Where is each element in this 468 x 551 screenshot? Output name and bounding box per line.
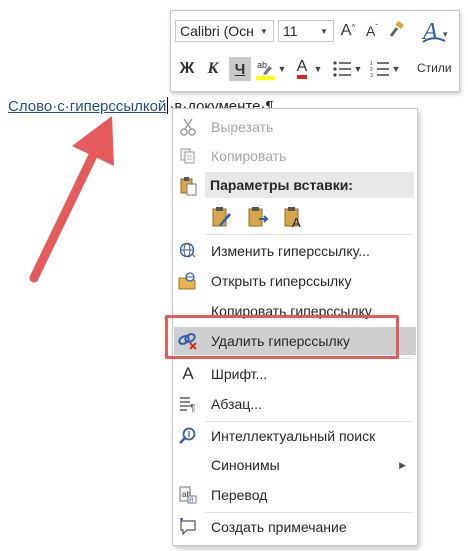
svg-text:A: A	[292, 215, 301, 229]
menu-item-paragraph[interactable]: ¶ Абзац...	[174, 390, 416, 418]
font-name-value: Calibri (Осн	[180, 23, 254, 39]
paste-text-only-button[interactable]: A	[281, 203, 307, 231]
menu-separator	[205, 234, 413, 235]
underline-button[interactable]: Ч	[229, 57, 251, 81]
submenu-arrow-icon: ▶	[399, 459, 406, 470]
menu-item-font[interactable]: A Шрифт...	[174, 360, 416, 388]
shrink-font-button[interactable]: Aˇ	[361, 19, 383, 43]
font-a-icon: A	[182, 364, 194, 383]
hyperlink-text[interactable]: Слово·с·гиперссылкой	[8, 98, 166, 115]
paste-keep-formatting-button[interactable]	[209, 203, 235, 231]
search-icon	[178, 426, 198, 446]
styles-label: Стили	[417, 61, 452, 75]
bold-button[interactable]: Ж	[177, 57, 197, 81]
numbering-dropdown-arrow[interactable]: ▼	[392, 57, 401, 81]
synonyms-label: Синонимы	[211, 457, 280, 473]
paste-options-label: Параметры вставки:	[210, 177, 353, 193]
bullets-dropdown-arrow[interactable]: ▼	[354, 57, 363, 81]
chevron-down-icon[interactable]: ▼	[257, 21, 271, 41]
copy-hyperlink-label: Копировать гиперссылку	[211, 303, 372, 319]
styles-button[interactable]: A ▾	[419, 16, 453, 46]
font-color-dropdown-arrow[interactable]: ▼	[314, 57, 323, 81]
menu-item-smart-lookup[interactable]: Интеллектуальный поиск	[174, 422, 416, 450]
paragraph-icon: ¶	[178, 394, 198, 414]
copy-label: Копировать	[211, 148, 287, 164]
svg-text:Я: Я	[189, 498, 193, 504]
context-menu: Вырезать Копировать Параметры вставки: A…	[172, 108, 418, 546]
remove-link-icon	[178, 331, 198, 351]
mini-toolbar: Calibri (Осн ▼ 11 ▼ A ^ Aˇ A ▾ Ж К Ч ab ▼…	[170, 10, 460, 92]
highlighter-icon: ab	[256, 60, 275, 80]
edit-hyperlink-label: Изменить гиперссылку...	[211, 243, 370, 259]
chevron-down-icon[interactable]: ▼	[317, 21, 331, 41]
open-folder-globe-icon	[178, 271, 198, 291]
grow-font-icon: A	[340, 22, 352, 39]
font-size-value: 11	[283, 23, 298, 39]
font-color-icon: A	[296, 59, 308, 79]
bullet-list-icon	[333, 61, 351, 77]
clipboard-icon	[178, 176, 198, 196]
menu-item-edit-hyperlink[interactable]: Изменить гиперссылку...	[174, 237, 416, 265]
comment-icon	[178, 517, 198, 537]
svg-text:▾: ▾	[443, 29, 448, 39]
font-name-box[interactable]: Calibri (Осн ▼	[175, 20, 274, 42]
menu-item-synonyms[interactable]: Синонимы ▶	[174, 451, 416, 479]
svg-text:ab: ab	[257, 60, 267, 70]
new-comment-label: Создать примечание	[211, 519, 347, 535]
menu-item-cut[interactable]: Вырезать	[174, 113, 416, 141]
format-painter-button[interactable]	[385, 18, 407, 42]
paste-merge-formatting-icon	[248, 207, 269, 227]
translate-icon: ab Я	[178, 485, 198, 505]
styles-icon: A ▾	[421, 19, 448, 45]
menu-item-copy-hyperlink[interactable]: Копировать гиперссылку	[174, 297, 416, 325]
remove-hyperlink-label: Удалить гиперссылку	[211, 333, 350, 349]
svg-text:3: 3	[370, 73, 373, 78]
format-painter-icon	[389, 21, 404, 37]
smart-lookup-label: Интеллектуальный поиск	[211, 428, 376, 444]
menu-item-new-comment[interactable]: Создать примечание	[174, 513, 416, 541]
scissors-icon	[178, 117, 198, 137]
menu-item-copy[interactable]: Копировать	[174, 142, 416, 170]
svg-text:¶: ¶	[190, 403, 195, 413]
paste-text-only-icon: A	[284, 207, 301, 229]
cut-label: Вырезать	[211, 119, 274, 135]
open-hyperlink-label: Открыть гиперссылку	[211, 273, 352, 289]
menu-item-remove-hyperlink[interactable]: Удалить гиперссылку	[174, 327, 416, 355]
paste-merge-formatting-button[interactable]	[245, 203, 271, 231]
paste-keep-formatting-icon	[212, 207, 231, 227]
highlight-button[interactable]: ab	[255, 57, 277, 81]
font-color-button[interactable]: A	[291, 57, 313, 81]
shrink-font-icon: A	[365, 23, 376, 39]
font-size-box[interactable]: 11 ▼	[278, 20, 334, 42]
menu-item-open-hyperlink[interactable]: Открыть гиперссылку	[174, 267, 416, 295]
italic-button[interactable]: К	[203, 57, 223, 81]
menu-item-translate[interactable]: ab Я Перевод	[174, 481, 416, 509]
paste-options-header: Параметры вставки:	[205, 172, 414, 198]
numbering-button[interactable]: 1 2 3	[369, 57, 391, 81]
bullets-button[interactable]	[331, 57, 353, 81]
paragraph-label: Абзац...	[211, 396, 262, 412]
highlight-dropdown-arrow[interactable]: ▼	[278, 57, 287, 81]
numbered-list-icon: 1 2 3	[370, 61, 389, 78]
globe-link-icon	[178, 241, 198, 261]
copy-icon	[178, 146, 198, 166]
menu-separator	[205, 358, 413, 359]
font-label: Шрифт...	[211, 366, 268, 382]
translate-label: Перевод	[211, 487, 268, 503]
grow-font-button[interactable]: A ^	[337, 19, 359, 43]
